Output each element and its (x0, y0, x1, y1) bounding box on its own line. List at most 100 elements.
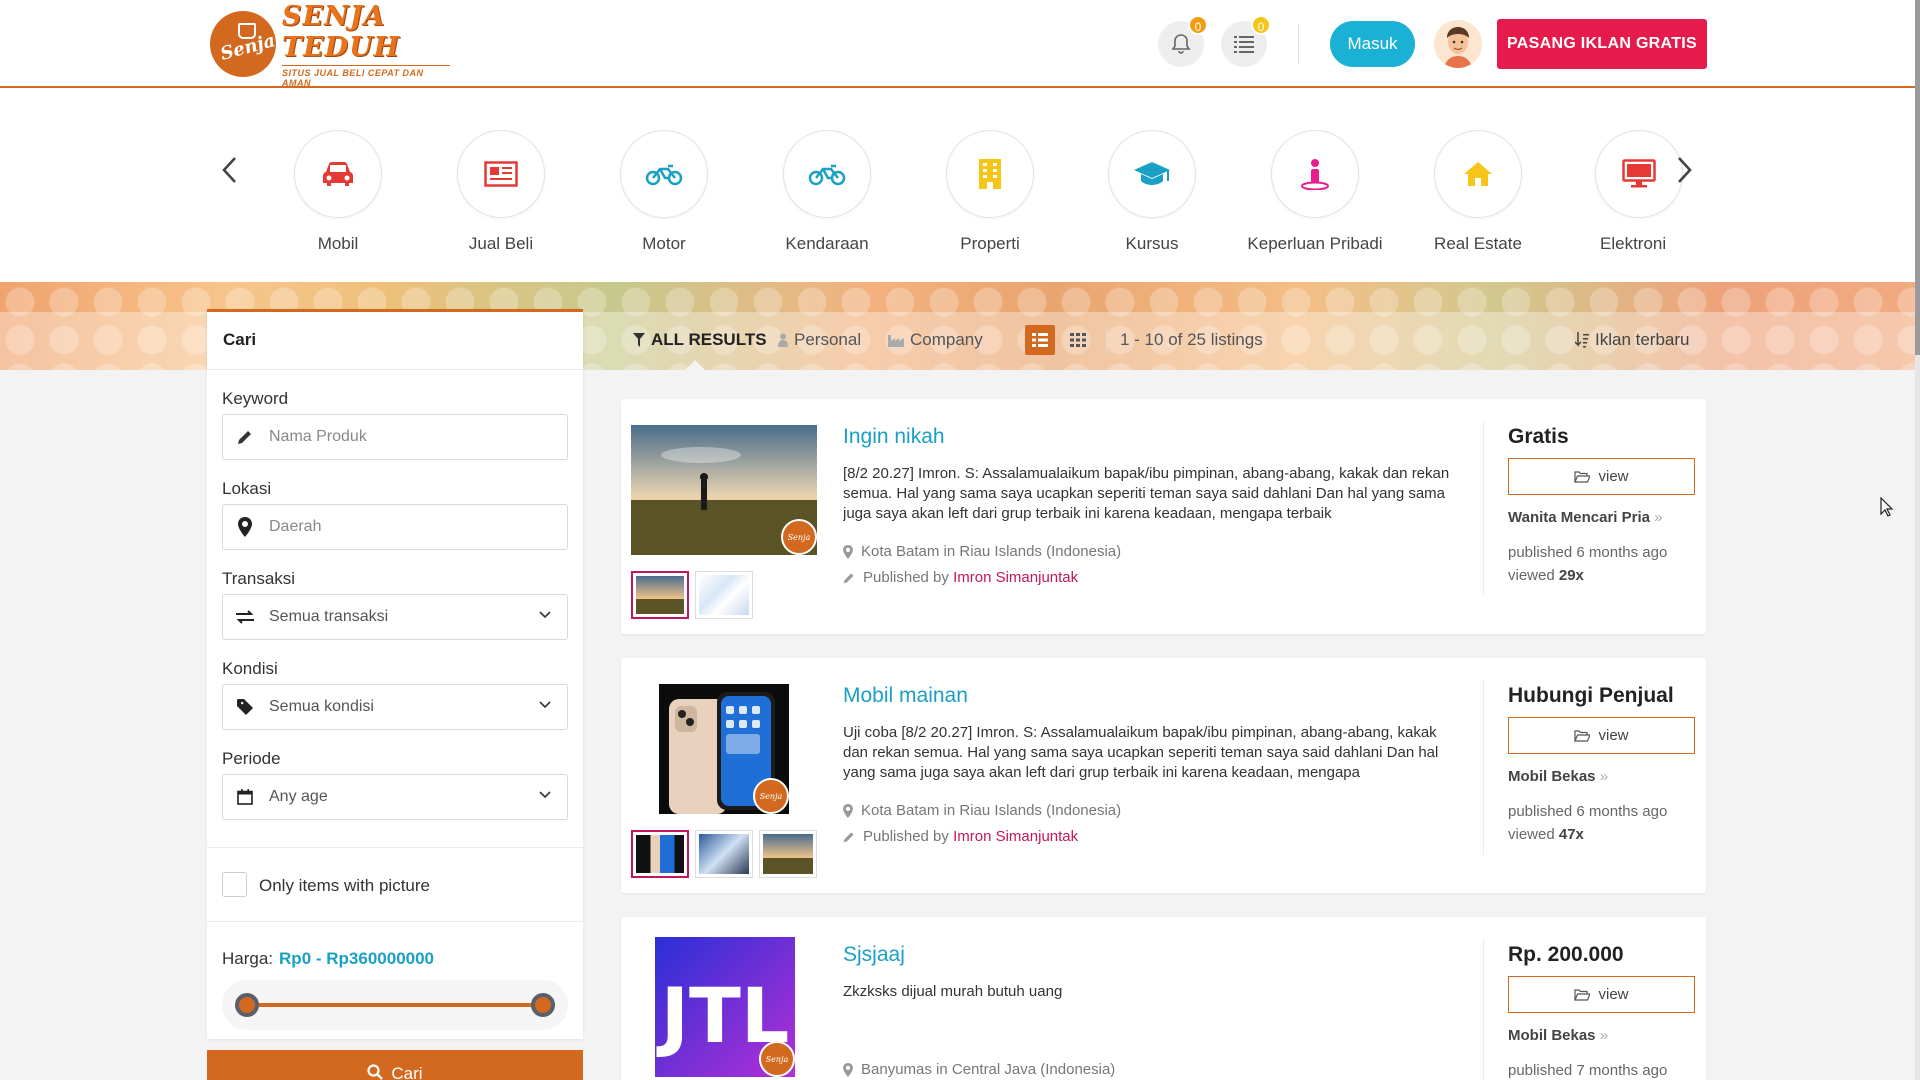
site-logo[interactable]: Senja SENJA TEDUH SITUS JUAL BELI CEPAT … (210, 1, 450, 88)
category-kursus[interactable]: Kursus (1077, 130, 1227, 254)
period-select[interactable]: Any age (222, 774, 568, 820)
listing-category[interactable]: Wanita Mencari Pria » (1508, 509, 1663, 526)
thumbnail[interactable] (631, 571, 689, 619)
post-ad-button[interactable]: PASANG IKLAN GRATIS (1497, 19, 1707, 69)
listing-card: Senja Mobil mainan Uji coba [8/2 20.27] … (621, 658, 1706, 893)
view-button[interactable]: view (1508, 717, 1695, 754)
view-button[interactable]: view (1508, 976, 1695, 1013)
listing-image[interactable]: Senja (631, 425, 817, 555)
search-icon (367, 1064, 384, 1080)
list-button[interactable]: 0 (1221, 15, 1271, 67)
category-keperluan-pribadi[interactable]: Keperluan Pribadi (1240, 130, 1390, 254)
listing-description: Uji coba [8/2 20.27] Imron. S: Assalamua… (843, 724, 1439, 781)
category-elektronik[interactable]: Elektronik (1565, 130, 1683, 254)
search-sidebar: Cari Keyword Nama Produk Lokasi Daerah T… (207, 309, 583, 1039)
category-carousel: Mobil Jual Beli Motor Kendaraan Properti… (0, 88, 1915, 282)
listing-description: Zkzksks dijual murah butuh uang (843, 983, 1063, 1000)
page-scrollbar[interactable] (1915, 0, 1920, 1080)
listing-title[interactable]: Sjsjaaj (843, 943, 905, 967)
category-motor[interactable]: Motor (589, 130, 739, 254)
logo-subtitle: SITUS JUAL BELI CEPAT DAN AMAN (282, 64, 450, 88)
map-marker-icon (238, 517, 252, 537)
price-label: Harga: Rp0 - Rp360000000 (222, 949, 435, 968)
category-real-estate[interactable]: Real Estate (1403, 130, 1553, 254)
listing-image[interactable]: Senja (659, 684, 789, 814)
price-max-handle[interactable] (531, 993, 555, 1017)
motorcycle-icon (808, 164, 846, 186)
price-slider[interactable] (222, 980, 568, 1030)
listing-title[interactable]: Ingin nikah (843, 425, 945, 449)
thumbnail[interactable] (695, 571, 753, 619)
list-badge: 0 (1251, 15, 1271, 35)
category-properti[interactable]: Properti (915, 130, 1065, 254)
category-kendaraan[interactable]: Kendaraan (752, 130, 902, 254)
map-marker-icon (843, 803, 853, 818)
listing-image[interactable]: JTL Senja (655, 937, 795, 1077)
notifications-badge: 0 (1188, 15, 1208, 35)
map-marker-icon (843, 544, 853, 559)
tab-all-results[interactable]: ALL RESULTS (633, 330, 767, 350)
author-link[interactable]: Imron Simanjuntak (953, 569, 1078, 586)
thumbnail-strip (631, 830, 817, 878)
newspaper-icon (484, 161, 518, 187)
listing-category[interactable]: Mobil Bekas » (1508, 768, 1608, 785)
scrollbar-thumb[interactable] (1915, 0, 1920, 355)
listing-price: Gratis (1508, 425, 1569, 448)
view-button[interactable]: view (1508, 458, 1695, 495)
thumbnail[interactable] (695, 830, 753, 878)
listing-card: Senja Ingin nikah [8/2 20.27] Imron. S: … (621, 399, 1706, 634)
grid-view-button[interactable] (1063, 325, 1093, 355)
transaction-select[interactable]: Semua transaksi (222, 594, 568, 640)
avatar[interactable] (1434, 20, 1482, 68)
thumbnail-strip (631, 571, 753, 619)
listing-publisher: Published by Imron Simanjuntak (843, 828, 1078, 845)
list-view-icon (1032, 333, 1048, 347)
carousel-next-button[interactable] (1670, 150, 1700, 190)
chevron-down-icon (539, 791, 551, 799)
map-marker-icon (843, 1062, 853, 1077)
search-button[interactable]: Cari (207, 1050, 583, 1080)
active-tab-caret (683, 360, 707, 372)
carousel-prev-button[interactable] (214, 150, 244, 190)
listing-price: Hubungi Penjual (1508, 684, 1674, 707)
listing-location: Kota Batam in Riau Islands (Indonesia) (843, 543, 1121, 560)
keyword-label: Keyword (222, 389, 289, 408)
listing-description: [8/2 20.27] Imron. S: Assalamualaikum ba… (843, 465, 1450, 522)
author-link[interactable]: Imron Simanjuntak (953, 828, 1078, 845)
header-divider (1298, 24, 1299, 64)
price-min-handle[interactable] (235, 993, 259, 1017)
list-view-button[interactable] (1025, 325, 1055, 355)
login-button[interactable]: Masuk (1330, 21, 1415, 67)
sort-dropdown[interactable]: Iklan terbaru (1575, 330, 1690, 350)
user-icon (778, 333, 788, 347)
calendar-icon (237, 789, 253, 805)
user-avatar-icon (1434, 20, 1482, 68)
grid-view-icon (1070, 333, 1086, 347)
pencil-icon (843, 832, 854, 842)
category-jual-beli[interactable]: Jual Beli (426, 130, 576, 254)
category-mobil[interactable]: Mobil (263, 130, 413, 254)
picture-only-checkbox[interactable] (222, 872, 247, 897)
bell-icon (1171, 34, 1191, 54)
thumbnail[interactable] (631, 830, 689, 878)
location-input[interactable]: Daerah (222, 504, 568, 550)
results-count: 1 - 10 of 25 listings (1120, 330, 1263, 349)
motorcycle-icon (645, 164, 683, 186)
thumbnail[interactable] (759, 830, 817, 878)
tab-company[interactable]: Company (888, 330, 983, 350)
condition-select[interactable]: Semua kondisi (222, 684, 568, 730)
toolbar-divider (1106, 328, 1107, 354)
keyword-input[interactable]: Nama Produk (222, 414, 568, 460)
tag-icon (237, 699, 253, 715)
listing-location: Kota Batam in Riau Islands (Indonesia) (843, 802, 1121, 819)
chevron-right-icon (1678, 157, 1692, 183)
tab-personal[interactable]: Personal (778, 330, 861, 350)
notifications-button[interactable]: 0 (1158, 15, 1208, 67)
condition-label: Kondisi (222, 659, 278, 678)
listing-category[interactable]: Mobil Bekas » (1508, 1027, 1608, 1044)
exchange-icon (236, 610, 254, 624)
chevron-down-icon (539, 701, 551, 709)
pencil-icon (843, 573, 854, 583)
watermark-stamp: Senja (753, 778, 789, 814)
listing-title[interactable]: Mobil mainan (843, 684, 968, 708)
